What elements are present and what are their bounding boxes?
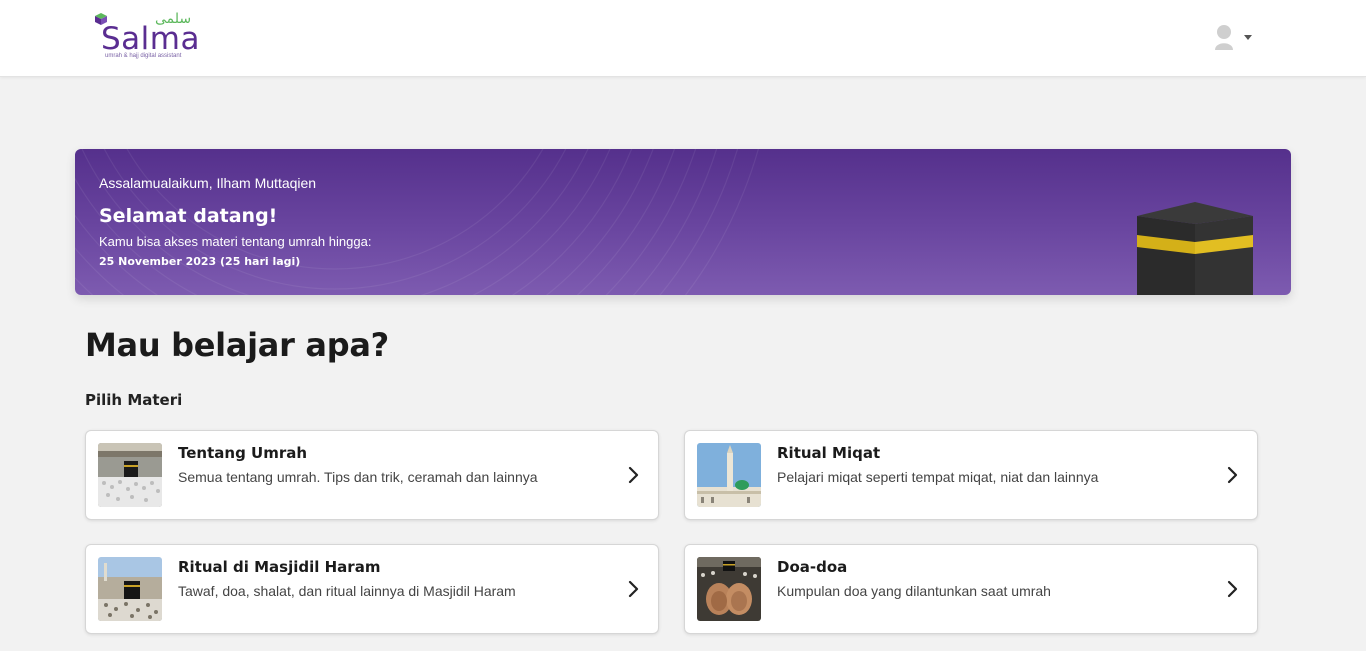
logo-wordmark: Salma xyxy=(101,21,200,57)
praying-hands-photo xyxy=(697,557,761,621)
mosque-minaret-photo xyxy=(697,443,761,507)
card-description: Pelajari miqat seperti tempat miqat, nia… xyxy=(777,469,1099,485)
salma-logo[interactable]: سلمى Salma umrah & hajj digital assistan… xyxy=(95,11,205,63)
caret-down-icon xyxy=(1244,35,1252,40)
material-card-doa-doa[interactable]: Doa-doa Kumpulan doa yang dilantunkan sa… xyxy=(684,544,1258,634)
kaaba-icon xyxy=(1137,202,1253,295)
card-title: Ritual Miqat xyxy=(777,444,881,462)
user-avatar-icon xyxy=(1215,25,1233,50)
greeting-text: Assalamualaikum, Ilham Muttaqien xyxy=(99,175,317,191)
masjidil-haram-photo xyxy=(98,557,162,621)
chevron-right-icon xyxy=(1227,580,1238,598)
card-description: Kumpulan doa yang dilantunkan saat umrah xyxy=(777,583,1051,599)
card-title: Ritual di Masjidil Haram xyxy=(178,558,381,576)
welcome-banner: Assalamualaikum, Ilham Muttaqien Selamat… xyxy=(75,149,1291,295)
section-subheading: Pilih Materi xyxy=(85,391,183,409)
page-heading: Mau belajar apa? xyxy=(85,326,389,364)
material-card-ritual-miqat[interactable]: Ritual Miqat Pelajari miqat seperti temp… xyxy=(684,430,1258,520)
user-menu-toggle[interactable] xyxy=(1213,24,1255,50)
top-header: سلمى Salma umrah & hajj digital assistan… xyxy=(0,0,1366,77)
expiry-date-text: 25 November 2023 (25 hari lagi) xyxy=(99,255,301,268)
material-card-ritual-masjidil-haram[interactable]: Ritual di Masjidil Haram Tawaf, doa, sha… xyxy=(85,544,659,634)
card-description: Semua tentang umrah. Tips dan trik, cera… xyxy=(178,469,538,485)
card-title: Doa-doa xyxy=(777,558,848,576)
kaaba-crowd-photo xyxy=(98,443,162,507)
logo-tagline: umrah & hajj digital assistant xyxy=(105,53,182,59)
access-info-text: Kamu bisa akses materi tentang umrah hin… xyxy=(99,234,372,249)
card-title: Tentang Umrah xyxy=(178,444,308,462)
welcome-title: Selamat datang! xyxy=(99,205,278,227)
material-card-tentang-umrah[interactable]: Tentang Umrah Semua tentang umrah. Tips … xyxy=(85,430,659,520)
chevron-right-icon xyxy=(628,466,639,484)
chevron-right-icon xyxy=(628,580,639,598)
chevron-right-icon xyxy=(1227,466,1238,484)
card-description: Tawaf, doa, shalat, dan ritual lainnya d… xyxy=(178,583,516,599)
